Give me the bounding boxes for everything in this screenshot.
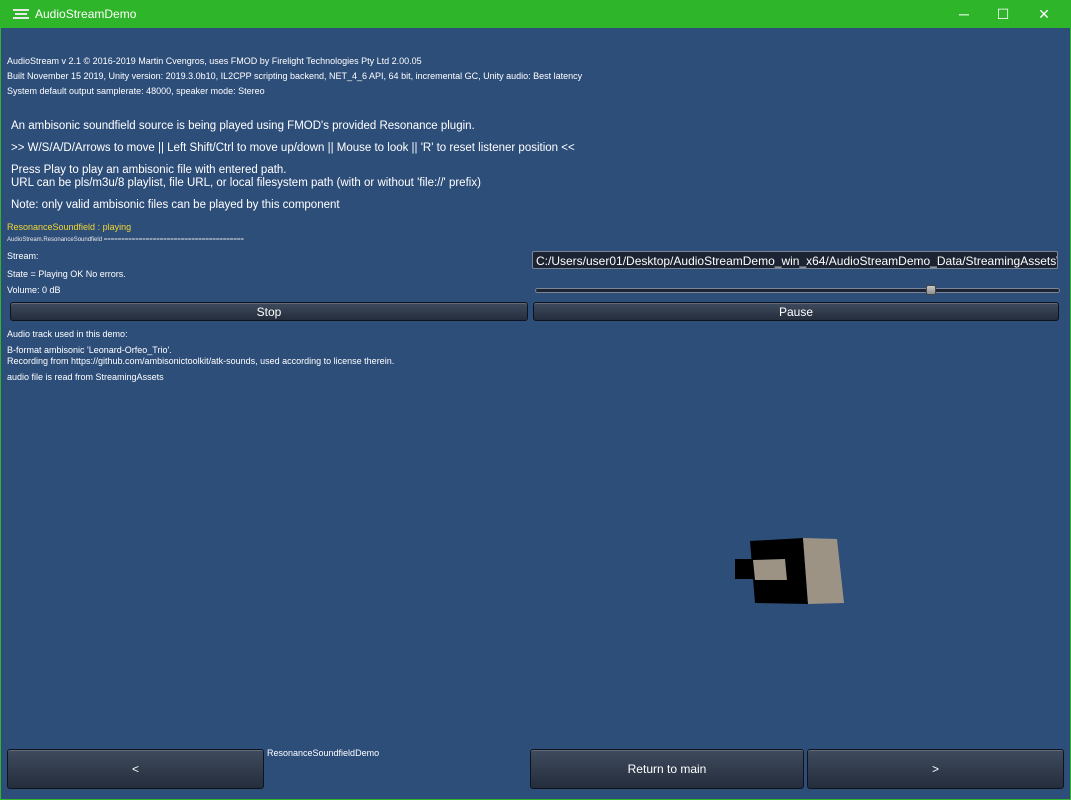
return-to-main-button[interactable]: Return to main: [530, 749, 804, 789]
previous-button-label: <: [131, 762, 139, 776]
volume-label: Volume: 0 dB: [7, 285, 61, 295]
app-icon: [13, 7, 29, 21]
next-scene-button[interactable]: >: [807, 749, 1064, 789]
volume-slider-thumb[interactable]: [925, 285, 936, 295]
stop-button-label: Stop: [256, 304, 282, 319]
component-state: ResonanceSoundfield : playing: [7, 222, 132, 232]
scene-name: ResonanceSoundfieldDemo: [267, 748, 380, 758]
track-line-asset: audio file is read from StreamingAssets: [7, 372, 164, 382]
stream-label: Stream:: [7, 251, 39, 261]
track-heading: Audio track used in this demo:: [7, 329, 128, 339]
maximize-button[interactable]: ☐: [980, 0, 1026, 28]
controls-text: >> W/S/A/D/Arrows to move || Left Shift/…: [11, 142, 575, 154]
stop-button[interactable]: Stop: [10, 302, 528, 321]
minimize-icon: ─: [959, 6, 969, 22]
component-bar: AudioStream.ResonanceSoundfield ========…: [7, 237, 244, 243]
window-title: AudioStreamDemo: [35, 7, 137, 21]
return-button-label: Return to main: [627, 762, 707, 776]
build-info: Built November 15 2019, Unity version: 2…: [7, 71, 583, 81]
pause-button[interactable]: Pause: [533, 302, 1059, 321]
close-icon: ✕: [1038, 5, 1050, 22]
pause-button-label: Pause: [778, 304, 814, 319]
url-hint-text: URL can be pls/m3u/8 playlist, file URL,…: [11, 177, 481, 189]
note-text: Note: only valid ambisonic files can be …: [11, 199, 340, 211]
close-button[interactable]: ✕: [1021, 0, 1067, 28]
volume-slider[interactable]: [535, 285, 1060, 295]
stream-input[interactable]: C:/Users/user01/Desktop/AudioStreamDemo_…: [532, 251, 1058, 269]
intro-text: An ambisonic soundfield source is being …: [11, 120, 475, 132]
title-bar: AudioStreamDemo ─ ☐ ✕: [0, 0, 1071, 28]
previous-scene-button[interactable]: <: [7, 749, 264, 789]
state-text: State = Playing OK No errors.: [7, 269, 126, 279]
output-info: System default output samplerate: 48000,…: [7, 86, 265, 96]
track-line-source: Recording from https://github.com/ambiso…: [7, 356, 395, 366]
sound-source-cube: [735, 538, 844, 604]
window-frame-left: [0, 28, 1, 800]
maximize-icon: ☐: [996, 5, 1010, 22]
version-info: AudioStream v 2.1 © 2016-2019 Martin Cve…: [7, 56, 422, 66]
play-hint-text: Press Play to play an ambisonic file wit…: [11, 164, 287, 176]
track-line-format: B-format ambisonic 'Leonard-Orfeo_Trio'.: [7, 345, 172, 355]
next-button-label: >: [931, 762, 939, 776]
